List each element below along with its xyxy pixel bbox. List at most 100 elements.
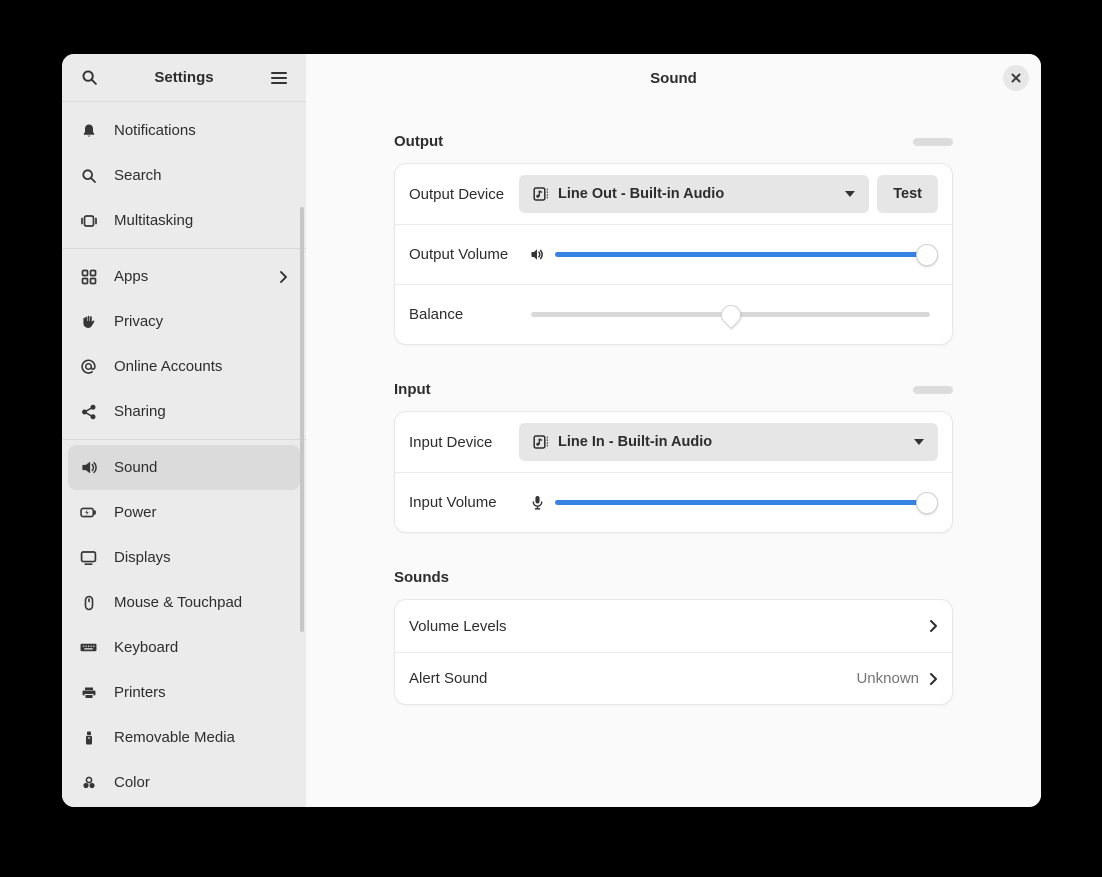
sidebar-item-label: Sound [114,459,288,476]
balance-handle[interactable] [716,300,744,328]
sidebar-item-online-accounts[interactable]: Online Accounts [68,344,300,389]
input-card: Input Device Line In - Built-in Audio In… [394,411,953,533]
sidebar-item-label: Printers [114,684,288,701]
input-volume-handle[interactable] [916,492,938,514]
sidebar-item-notifications[interactable]: Notifications [68,108,300,153]
sidebar-item-mouse-touchpad[interactable]: Mouse & Touchpad [68,580,300,625]
chevron-right-icon [929,619,938,633]
sounds-section-label: Sounds [394,569,449,586]
input-volume-row: Input Volume [395,472,952,532]
sidebar-item-label: Mouse & Touchpad [114,594,288,611]
sidebar-item-removable-media[interactable]: Removable Media [68,715,300,760]
test-button[interactable]: Test [877,175,938,213]
hamburger-icon [271,72,287,84]
input-volume-slider[interactable] [555,492,938,514]
volume-levels-row[interactable]: Volume Levels [395,600,952,652]
chevron-down-icon [914,439,924,445]
volume-levels-label: Volume Levels [409,618,507,635]
output-card: Output Device Line Out - Built-in Audio … [394,163,953,345]
sounds-card: Volume Levels Alert Sound Unknown [394,599,953,705]
sidebar-item-apps[interactable]: Apps [68,254,300,299]
sidebar-item-privacy[interactable]: Privacy [68,299,300,344]
volume-high-icon [519,246,555,263]
sidebar-item-power[interactable]: Power [68,490,300,535]
sidebar-nav: Notifications Search Multitasking Apps [62,102,306,807]
main-headerbar: Sound [306,54,1041,102]
sidebar-item-label: Sharing [114,403,288,420]
hand-icon [80,313,97,330]
sidebar-separator [62,439,306,440]
output-level-meter [913,138,953,146]
search-icon [80,167,97,184]
balance-slider[interactable] [531,304,930,326]
sidebar-item-label: Online Accounts [114,358,288,375]
output-volume-slider[interactable] [555,244,938,266]
sidebar-item-label: Power [114,504,288,521]
output-volume-row: Output Volume [395,224,952,284]
output-device-row: Output Device Line Out - Built-in Audio … [395,164,952,224]
sidebar-item-label: Keyboard [114,639,288,656]
audio-card-icon [533,186,549,202]
output-device-label: Output Device [409,186,519,203]
apps-grid-icon [80,268,97,285]
input-section-header: Input [394,381,953,398]
sidebar-headerbar: Settings [62,54,306,102]
sidebar-item-label: Multitasking [114,212,288,229]
search-icon [81,69,98,86]
sound-panel: Sound Output Output Device [306,54,1041,807]
menu-button[interactable] [262,61,296,95]
audio-card-icon [533,434,549,450]
sidebar-item-sound[interactable]: Sound [68,445,300,490]
sidebar-item-printers[interactable]: Printers [68,670,300,715]
output-device-value: Line Out - Built-in Audio [558,186,836,202]
close-button[interactable] [1003,65,1029,91]
color-wheel-icon [80,774,97,791]
sidebar-item-color[interactable]: Color [68,760,300,805]
sidebar-item-label: Search [114,167,288,184]
bell-icon [80,122,97,139]
input-volume-label: Input Volume [409,494,519,511]
share-icon [80,403,97,420]
battery-icon [80,504,97,521]
output-volume-label: Output Volume [409,246,519,263]
sidebar-item-label: Notifications [114,122,288,139]
search-button[interactable] [72,61,106,95]
slider-fill [555,500,927,505]
microphone-icon [519,495,555,510]
input-device-value: Line In - Built-in Audio [558,434,905,450]
chevron-right-icon [279,270,288,284]
at-icon [80,358,97,375]
sidebar-item-displays[interactable]: Displays [68,535,300,580]
input-section-label: Input [394,381,431,398]
output-section-label: Output [394,133,443,150]
output-section-header: Output [394,133,953,150]
input-device-dropdown[interactable]: Line In - Built-in Audio [519,423,938,461]
sidebar-item-label: Removable Media [114,729,288,746]
keyboard-icon [80,639,97,656]
sidebar-item-label: Color [114,774,288,791]
chevron-right-icon [929,672,938,686]
sidebar-item-label: Privacy [114,313,288,330]
sidebar-item-sharing[interactable]: Sharing [68,389,300,434]
printer-icon [80,684,97,701]
input-level-meter [913,386,953,394]
sidebar: Settings Notifications Search [62,54,306,807]
input-device-row: Input Device Line In - Built-in Audio [395,412,952,472]
sidebar-item-label: Displays [114,549,288,566]
sidebar-scrollbar[interactable] [300,207,304,632]
sidebar-item-search[interactable]: Search [68,153,300,198]
slider-fill [555,252,927,257]
sound-content: Output Output Device Line Out - Built-in… [394,102,953,705]
monitor-icon [80,549,97,566]
multitasking-icon [80,212,97,229]
sidebar-title: Settings [106,69,262,86]
mouse-icon [80,594,97,611]
output-volume-handle[interactable] [916,244,938,266]
balance-row: Balance [395,284,952,344]
sidebar-item-multitasking[interactable]: Multitasking [68,198,300,243]
input-device-label: Input Device [409,434,519,451]
output-device-dropdown[interactable]: Line Out - Built-in Audio [519,175,869,213]
alert-sound-value: Unknown [856,670,919,687]
alert-sound-row[interactable]: Alert Sound Unknown [395,652,952,704]
sidebar-item-keyboard[interactable]: Keyboard [68,625,300,670]
